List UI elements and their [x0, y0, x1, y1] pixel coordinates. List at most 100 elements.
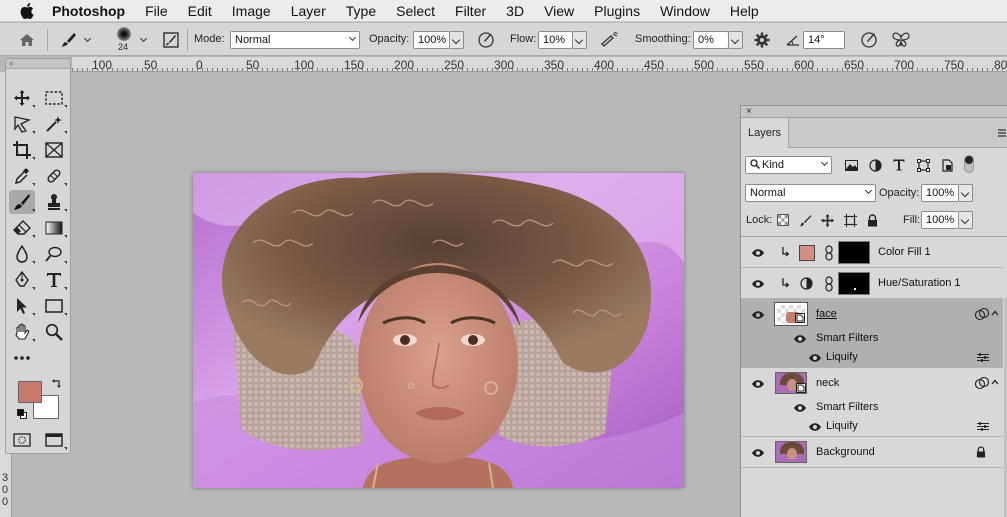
- lock-position-icon[interactable]: [819, 212, 835, 228]
- layer-filter-select[interactable]: Kind: [745, 156, 832, 174]
- rectangle-tool-icon[interactable]: [41, 294, 67, 318]
- crop-tool-icon[interactable]: [9, 138, 35, 162]
- chevron-down-icon[interactable]: [83, 34, 92, 43]
- menu-view[interactable]: View: [534, 0, 584, 22]
- quick-mask-icon[interactable]: [9, 428, 35, 452]
- link-chain-icon[interactable]: [825, 276, 833, 292]
- smart-filters-label[interactable]: Smart Filters: [816, 332, 878, 344]
- pressure-opacity-icon[interactable]: [475, 29, 497, 51]
- flow-dropdown[interactable]: [573, 31, 587, 49]
- blur-tool-icon[interactable]: [9, 242, 35, 266]
- apple-logo-icon[interactable]: [18, 2, 36, 20]
- menu-window[interactable]: Window: [650, 0, 720, 22]
- panel-menu-icon[interactable]: [998, 128, 1006, 140]
- tab-layers[interactable]: Layers: [741, 118, 789, 148]
- layer-fill-input[interactable]: 100%: [921, 211, 959, 229]
- smart-filters-label[interactable]: Smart Filters: [816, 401, 878, 413]
- menu-image[interactable]: Image: [222, 0, 281, 22]
- menu-file[interactable]: File: [135, 0, 178, 22]
- menu-plugins[interactable]: Plugins: [584, 0, 650, 22]
- lock-icon[interactable]: [976, 446, 986, 458]
- layer-mask-thumbnail[interactable]: [838, 241, 870, 264]
- swap-colors-icon[interactable]: [52, 378, 62, 391]
- layer-name[interactable]: Background: [816, 446, 875, 458]
- menu-edit[interactable]: Edit: [178, 0, 222, 22]
- layer-mask-thumbnail[interactable]: [838, 272, 870, 295]
- smoothing-input[interactable]: 0%: [693, 31, 729, 49]
- healing-brush-tool-icon[interactable]: [41, 164, 67, 188]
- mode-select[interactable]: Normal: [230, 31, 360, 49]
- filter-adjustment-icon[interactable]: [867, 157, 883, 173]
- menu-select[interactable]: Select: [386, 0, 445, 22]
- layer-thumbnail[interactable]: [774, 302, 808, 326]
- panel-close-button[interactable]: ×: [741, 106, 1007, 118]
- menu-help[interactable]: Help: [720, 0, 769, 22]
- frame-tool-icon[interactable]: [41, 138, 67, 162]
- layer-row-hue-saturation[interactable]: Hue/Saturation 1: [741, 268, 1003, 299]
- dodge-tool-icon[interactable]: [41, 242, 67, 266]
- brush-tip-icon[interactable]: [117, 27, 131, 41]
- symmetry-butterfly-icon[interactable]: [890, 29, 912, 51]
- visibility-eye-icon[interactable]: [751, 448, 765, 458]
- filter-blending-options-icon[interactable]: [977, 422, 989, 431]
- zoom-tool-icon[interactable]: [41, 320, 67, 344]
- eyedropper-tool-icon[interactable]: [9, 164, 35, 188]
- filter-shape-icon[interactable]: [915, 157, 931, 173]
- lock-artboard-icon[interactable]: [842, 212, 858, 228]
- layer-thumbnail[interactable]: [775, 441, 807, 463]
- clone-stamp-tool-icon[interactable]: [41, 190, 67, 214]
- opacity-dropdown[interactable]: [450, 31, 464, 49]
- opacity-input[interactable]: 100%: [413, 31, 450, 49]
- visibility-eye-icon[interactable]: [751, 248, 765, 258]
- lock-all-icon[interactable]: [864, 212, 880, 228]
- chevron-up-icon[interactable]: [991, 379, 999, 385]
- brush-tool-icon[interactable]: [9, 190, 35, 214]
- layer-opacity-dropdown[interactable]: [959, 184, 973, 202]
- visibility-eye-icon[interactable]: [751, 279, 765, 289]
- eraser-tool-icon[interactable]: [9, 216, 35, 240]
- layer-row-color-fill[interactable]: Color Fill 1: [741, 237, 1003, 268]
- tools-panel-collapse[interactable]: «: [6, 59, 70, 69]
- filter-toggle-switch[interactable]: [964, 155, 974, 173]
- blend-mode-select[interactable]: Normal: [745, 184, 876, 202]
- flow-input[interactable]: 10%: [538, 31, 573, 49]
- layer-name[interactable]: neck: [816, 377, 839, 389]
- airbrush-icon[interactable]: [598, 29, 620, 51]
- document-canvas[interactable]: [193, 173, 684, 488]
- default-colors-icon[interactable]: [17, 409, 27, 422]
- menu-filter[interactable]: Filter: [445, 0, 496, 22]
- filter-pixel-icon[interactable]: [843, 157, 859, 173]
- gradient-tool-icon[interactable]: [41, 216, 67, 240]
- screen-mode-icon[interactable]: [41, 428, 67, 452]
- home-icon[interactable]: [16, 29, 38, 51]
- layer-name[interactable]: Color Fill 1: [878, 246, 931, 258]
- filter-smart-object-icon[interactable]: [939, 157, 955, 173]
- marquee-tool-icon[interactable]: [41, 86, 67, 110]
- visibility-eye-icon[interactable]: [751, 310, 765, 320]
- layer-opacity-input[interactable]: 100%: [921, 184, 959, 202]
- adjustment-layer-icon[interactable]: [800, 277, 813, 290]
- lock-pixels-icon[interactable]: [797, 212, 813, 228]
- magic-wand-tool-icon[interactable]: [41, 112, 67, 136]
- foreground-color-swatch[interactable]: [18, 381, 42, 403]
- filter-name[interactable]: Liquify: [826, 420, 858, 432]
- layer-thumbnail[interactable]: [775, 372, 807, 394]
- link-chain-icon[interactable]: [825, 245, 833, 261]
- pressure-size-icon[interactable]: [858, 29, 880, 51]
- layer-row-face[interactable]: face Smart Filters Liquify: [741, 299, 1003, 368]
- more-tools-icon[interactable]: [9, 346, 35, 370]
- color-fill-swatch[interactable]: [799, 245, 815, 261]
- move-tool-icon[interactable]: [9, 86, 35, 110]
- pen-tool-icon[interactable]: [9, 268, 35, 292]
- visibility-eye-icon[interactable]: [808, 422, 822, 432]
- layer-row-background[interactable]: Background: [741, 437, 1003, 468]
- menu-type[interactable]: Type: [336, 0, 386, 22]
- visibility-eye-icon[interactable]: [793, 334, 807, 344]
- visibility-eye-icon[interactable]: [808, 353, 822, 363]
- lasso-tool-icon[interactable]: [9, 112, 35, 136]
- lock-transparent-icon[interactable]: [775, 212, 791, 228]
- smart-filters-effects-icon[interactable]: [975, 308, 989, 321]
- filter-name[interactable]: Liquify: [826, 351, 858, 363]
- chevron-down-icon[interactable]: [139, 34, 148, 43]
- brush-preset-icon[interactable]: [58, 29, 80, 51]
